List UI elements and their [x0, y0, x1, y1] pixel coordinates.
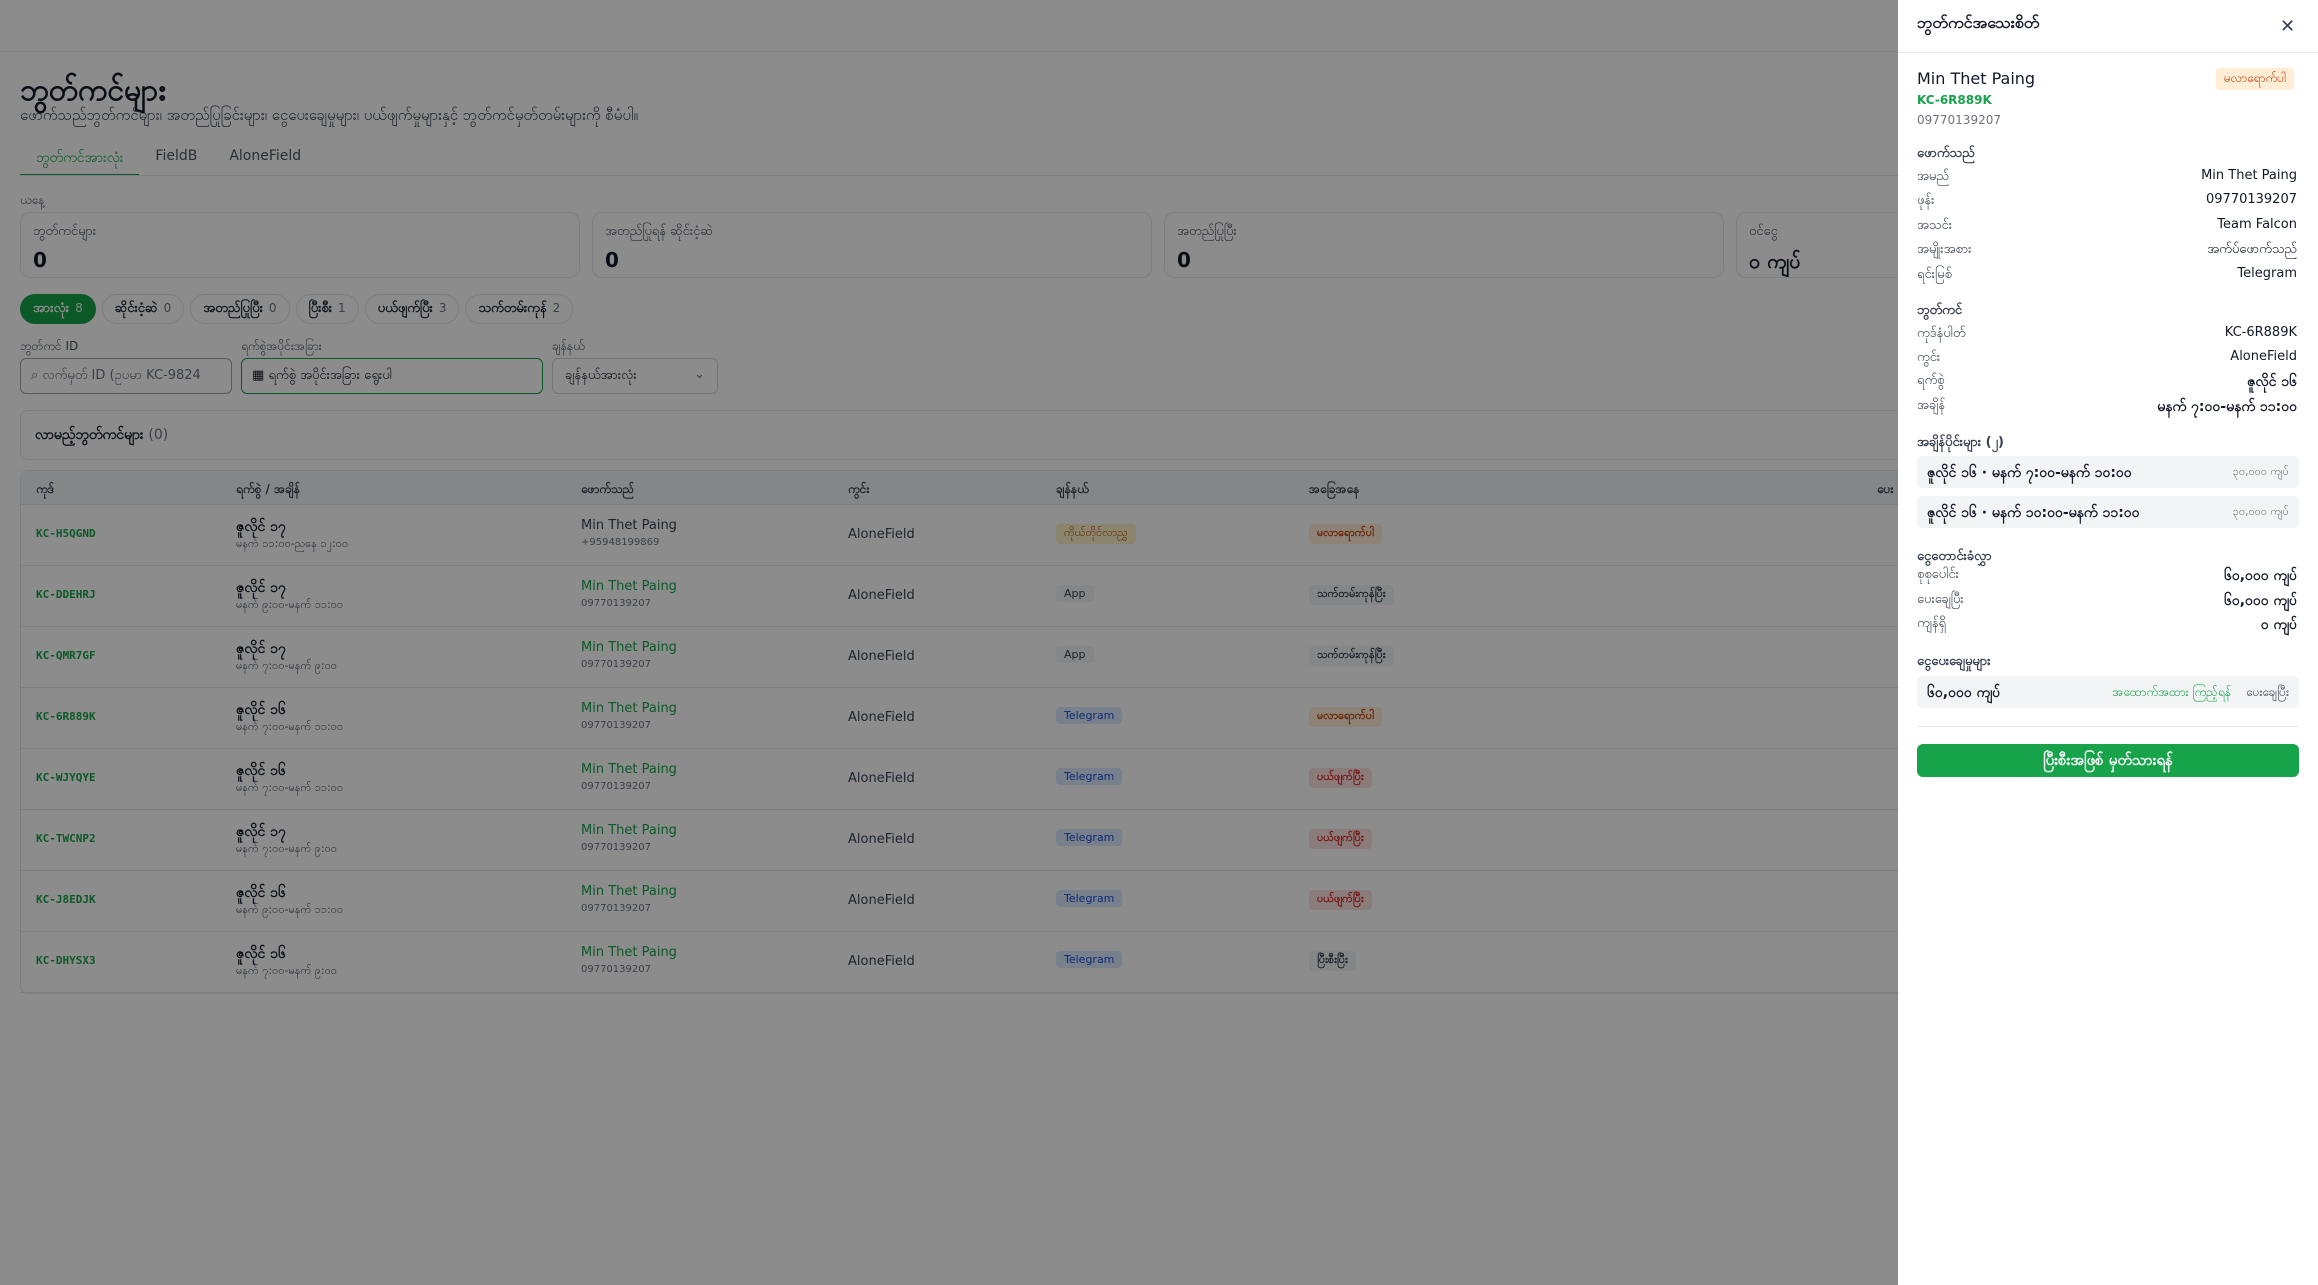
invoice-section-title: ငွေတောင်းခံလွှာ — [1917, 549, 1992, 564]
customer-section-title: ဖောက်သည် — [1917, 146, 1975, 161]
detail-key: ကျန်ရှိ — [1917, 616, 1946, 631]
detail-value: မနက် ၇:၀၀-မနက် ၁၁:၀၀ — [2157, 399, 2297, 415]
panel-divider — [1898, 52, 2318, 53]
panel-divider — [1917, 726, 2299, 727]
payment-amount: ၆၀,၀၀၀ ကျပ် — [1927, 685, 2001, 701]
detail-key: အမျိုးအစား — [1917, 242, 1972, 257]
detail-row: ဖုန်း 09770139207 — [1917, 192, 2297, 212]
bookings-page: ဘွတ်ကင်များ ဖောက်သည်ဘွတ်ကင်များ၊ အတည်ပြု… — [0, 0, 2318, 1285]
detail-row: အချိန် မနက် ၇:၀၀-မနက် ၁၁:၀၀ — [1917, 397, 2297, 417]
detail-value: 09770139207 — [2206, 192, 2297, 207]
detail-row: ကုဒ်နံပါတ် KC-6R889K — [1917, 325, 2297, 345]
payment-status: ပေးချေပြီး — [2245, 685, 2289, 699]
time-slot-item: ဇူလိုင် ၁၆ · မနက် ၁၀:၀၀-မနက် ၁၁:၀၀ ၃၀,၀၀၀… — [1917, 496, 2299, 528]
detail-row: အမျိုးအစား အက်ပ်ဖောက်သည် — [1917, 241, 2297, 261]
booking-code: KC-6R889K — [1917, 93, 1992, 107]
view-proof-link[interactable]: အထောက်အထား ကြည့်ရန် — [2112, 684, 2231, 702]
close-icon[interactable]: ✕ — [2280, 16, 2295, 37]
slot-price: ၃၀,၀၀၀ ကျပ် — [2232, 465, 2289, 478]
detail-row: ရက်စွဲ ဇူလိုင် ၁၆ — [1917, 372, 2297, 392]
detail-value: အက်ပ်ဖောက်သည် — [2207, 242, 2297, 257]
detail-row: ပေးချေပြီး ၆၀,၀၀၀ ကျပ် — [1917, 591, 2297, 611]
detail-key: ဖုန်း — [1917, 193, 1935, 208]
detail-key: အချိန် — [1917, 398, 1946, 413]
slots-section-title: အချိန်ပိုင်းများ (၂) — [1917, 435, 2004, 450]
detail-row: အမည် Min Thet Paing — [1917, 168, 2297, 188]
detail-row: ကွင်း AloneField — [1917, 349, 2297, 369]
detail-row: ရင်းမြစ် Telegram — [1917, 266, 2297, 286]
detail-value: ၆၀,၀၀၀ ကျပ် — [2223, 593, 2297, 609]
detail-key: ကုဒ်နံပါတ် — [1917, 326, 1966, 341]
detail-value: KC-6R889K — [2224, 325, 2297, 340]
payments-section-title: ငွေပေးချေမှုများ — [1917, 654, 1991, 669]
booking-detail-panel: ဘွတ်ကင်အသေးစိတ် ✕ Min Thet Paing မလာရောက… — [1898, 0, 2318, 1285]
detail-key: ရက်စွဲ — [1917, 373, 1945, 388]
detail-value: Team Falcon — [2217, 217, 2297, 232]
customer-phone: 09770139207 — [1917, 113, 2001, 127]
customer-name: Min Thet Paing — [1917, 69, 2036, 88]
detail-key: အသင်း — [1917, 218, 1953, 233]
detail-key: ကွင်း — [1917, 350, 1941, 365]
payment-item: ၆၀,၀၀၀ ကျပ် အထောက်အထား ကြည့်ရန် ပေးချေပြ… — [1917, 676, 2299, 708]
detail-value: ၀ ကျပ် — [2260, 617, 2297, 633]
slot-time: ဇူလိုင် ၁၆ · မနက် ၁၀:၀၀-မနက် ၁၁:၀၀ — [1927, 505, 2140, 521]
detail-value: Telegram — [2237, 266, 2297, 281]
mark-complete-button[interactable]: ပြီးစီးအဖြစ် မှတ်သားရန် — [1917, 744, 2299, 777]
detail-value: AloneField — [2230, 349, 2297, 364]
detail-value: ဇူလိုင် ၁၆ — [2247, 374, 2297, 390]
detail-value: ၆၀,၀၀၀ ကျပ် — [2223, 568, 2297, 584]
detail-row: စုစုပေါင်း ၆၀,၀၀၀ ကျပ် — [1917, 566, 2297, 586]
booking-section-title: ဘွတ်ကင် — [1917, 303, 1963, 318]
slot-time: ဇူလိုင် ၁၆ · မနက် ၇:၀၀-မနက် ၁၀:၀၀ — [1927, 465, 2132, 481]
slot-price: ၃၀,၀၀၀ ကျပ် — [2232, 505, 2289, 518]
detail-row: ကျန်ရှိ ၀ ကျပ် — [1917, 615, 2297, 635]
status-badge: မလာရောက်ပါ — [2215, 68, 2294, 90]
detail-key: ပေးချေပြီး — [1917, 592, 1964, 607]
detail-key: အမည် — [1917, 169, 1949, 184]
detail-key: ရင်းမြစ် — [1917, 267, 1952, 282]
panel-title: ဘွတ်ကင်အသေးစိတ် — [1917, 13, 2040, 32]
time-slot-item: ဇူလိုင် ၁၆ · မနက် ၇:၀၀-မနက် ၁၀:၀၀ ၃၀,၀၀၀ … — [1917, 456, 2299, 488]
detail-key: စုစုပေါင်း — [1917, 567, 1959, 582]
detail-row: အသင်း Team Falcon — [1917, 217, 2297, 237]
detail-value: Min Thet Paing — [2201, 168, 2297, 183]
